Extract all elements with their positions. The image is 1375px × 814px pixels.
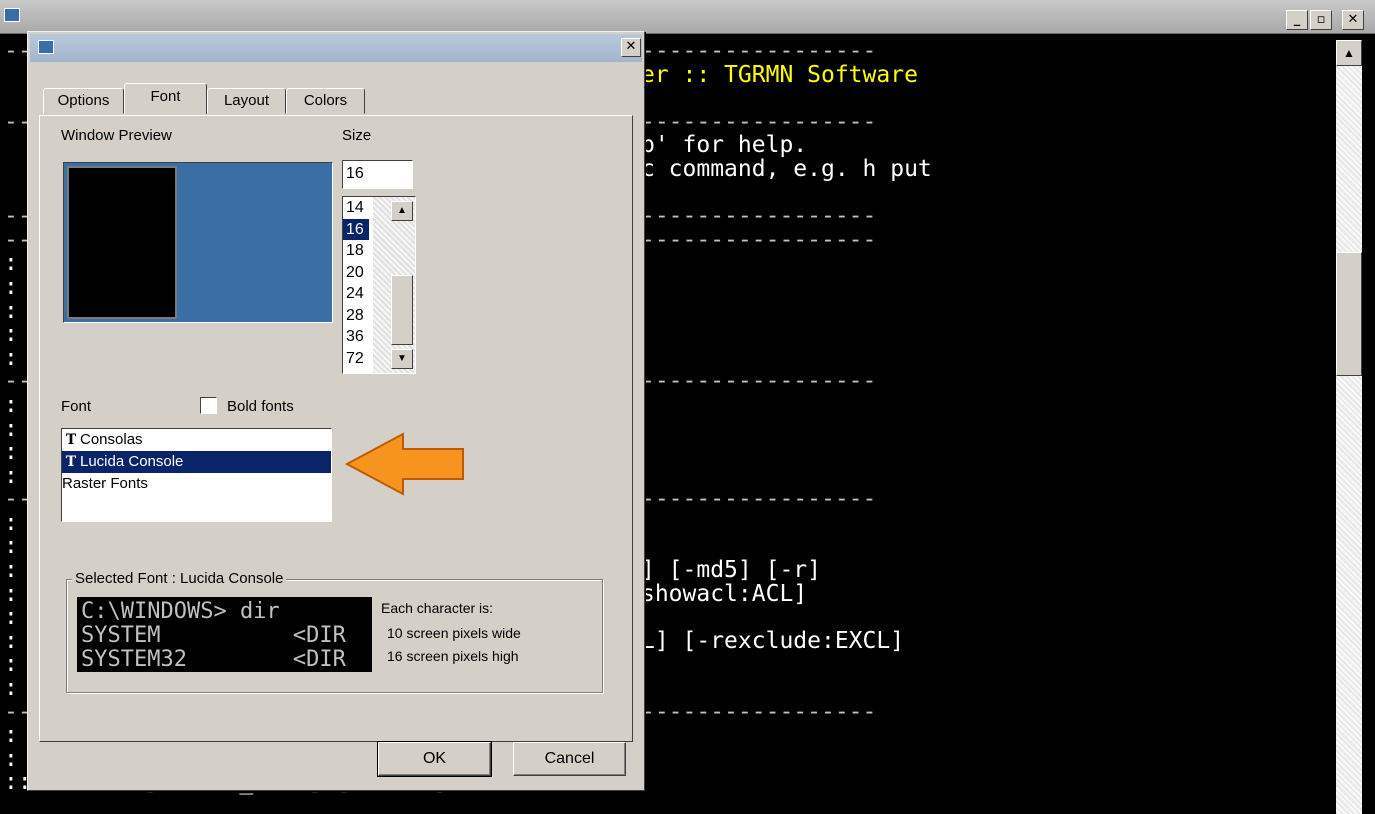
console-app-icon[interactable] <box>4 8 20 22</box>
properties-dialog: ✕ Options Font Layout Colors Window Prev… <box>27 31 645 791</box>
font-item-label: Consolas <box>80 431 143 448</box>
size-label: Size <box>342 127 372 144</box>
cancel-button[interactable]: Cancel <box>513 742 626 776</box>
minimize-button[interactable]: _ <box>1286 10 1308 30</box>
font-item-label: Lucida Console <box>80 453 184 470</box>
size-scroll-thumb[interactable] <box>391 275 413 345</box>
scroll-up-icon[interactable]: ▲ <box>1336 40 1362 66</box>
maximize-button[interactable]: ▫ <box>1310 10 1332 30</box>
console-titlebar[interactable]: _ ▫ ✕ <box>0 0 1375 34</box>
scroll-down-icon[interactable]: ▼ <box>391 349 413 369</box>
font-item-lucida-console[interactable]: T Lucida Console <box>62 451 331 473</box>
sample-line: SYSTEM32 <DIR <box>81 647 346 672</box>
scroll-thumb[interactable] <box>1336 252 1362 376</box>
bold-fonts-checkbox[interactable] <box>200 397 217 414</box>
sample-line: C:\WINDOWS> dir <box>81 599 280 624</box>
size-option-selected[interactable]: 16 <box>343 218 369 240</box>
char-height-text: 16 screen pixels high <box>387 648 519 664</box>
size-option[interactable]: 36 <box>343 326 369 348</box>
font-item-consolas[interactable]: T Consolas <box>62 429 331 451</box>
truetype-icon: T <box>65 432 77 448</box>
font-item-label: Raster Fonts <box>62 475 148 492</box>
selected-font-title: Selected Font : Lucida Console <box>72 570 287 587</box>
font-sample: C:\WINDOWS> dir SYSTEM <DIR SYSTEM32 <DIR <box>77 597 372 672</box>
size-input[interactable]: 16 <box>342 160 413 189</box>
size-option[interactable]: 14 <box>343 197 369 219</box>
size-option[interactable]: 20 <box>343 262 369 284</box>
size-list[interactable]: 14 16 18 20 24 28 36 72 ▲ ▼ <box>342 196 416 374</box>
font-label: Font <box>61 398 92 415</box>
char-width-text: 10 screen pixels wide <box>387 625 521 641</box>
window-preview <box>63 162 333 323</box>
preview-console-window <box>67 166 177 319</box>
font-item-raster-fonts[interactable]: Raster Fonts <box>62 473 331 495</box>
truetype-icon: T <box>65 454 77 470</box>
window-preview-label: Window Preview <box>61 127 172 144</box>
console-scrollbar[interactable]: ▲ <box>1336 40 1362 814</box>
size-option[interactable]: 28 <box>343 305 369 327</box>
close-button[interactable]: ✕ <box>1342 10 1364 30</box>
size-list-scrollbar[interactable]: ▲ ▼ <box>373 197 415 373</box>
size-option[interactable]: 18 <box>343 240 369 262</box>
sample-line: SYSTEM <DIR <box>81 623 346 648</box>
font-list[interactable]: T Consolas T Lucida Console Raster Fonts <box>61 428 332 522</box>
each-character-label: Each character is: <box>381 600 494 616</box>
scroll-up-icon[interactable]: ▲ <box>391 201 413 221</box>
ok-button[interactable]: OK <box>377 741 492 777</box>
size-option[interactable]: 72 <box>343 348 369 370</box>
bold-fonts-label[interactable]: Bold fonts <box>227 398 294 415</box>
orange-arrow-icon <box>345 432 464 496</box>
size-option[interactable]: 24 <box>343 283 369 305</box>
